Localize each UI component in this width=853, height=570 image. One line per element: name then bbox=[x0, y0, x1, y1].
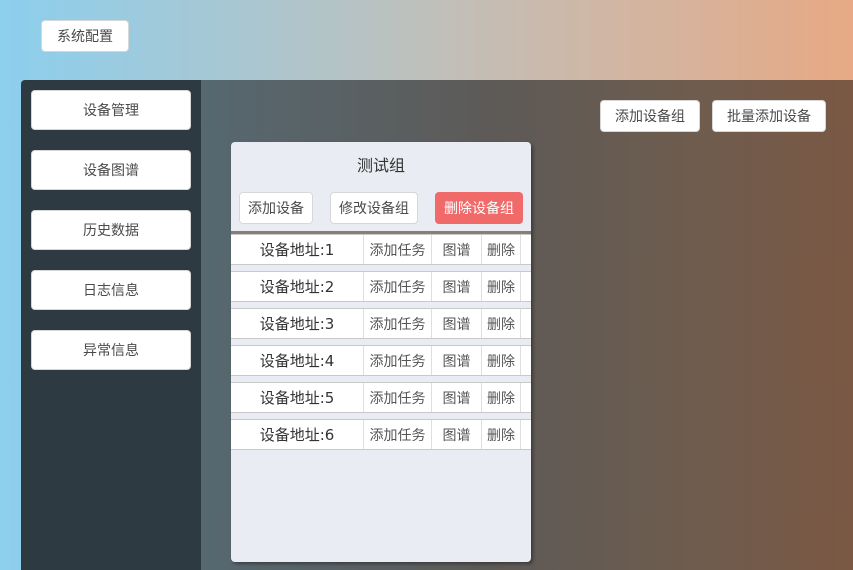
device-row: 设备地址:1 添加任务 图谱 删除 bbox=[231, 234, 531, 265]
delete-device-button[interactable]: 删除 bbox=[481, 235, 521, 264]
delete-device-button[interactable]: 删除 bbox=[481, 309, 521, 338]
delete-device-button[interactable]: 删除 bbox=[481, 272, 521, 301]
device-row: 设备地址:4 添加任务 图谱 删除 bbox=[231, 345, 531, 376]
graph-button[interactable]: 图谱 bbox=[431, 309, 481, 338]
sidebar-item-history-data[interactable]: 历史数据 bbox=[31, 210, 191, 250]
add-task-button[interactable]: 添加任务 bbox=[363, 383, 431, 412]
add-task-button[interactable]: 添加任务 bbox=[363, 346, 431, 375]
graph-button[interactable]: 图谱 bbox=[431, 272, 481, 301]
sidebar: 设备管理 设备图谱 历史数据 日志信息 异常信息 bbox=[21, 80, 201, 570]
delete-device-button[interactable]: 删除 bbox=[481, 346, 521, 375]
device-row: 设备地址:3 添加任务 图谱 删除 bbox=[231, 308, 531, 339]
batch-add-devices-button[interactable]: 批量添加设备 bbox=[712, 100, 826, 132]
edit-group-button[interactable]: 修改设备组 bbox=[330, 192, 418, 224]
group-title: 测试组 bbox=[356, 156, 405, 175]
sidebar-item-log-info[interactable]: 日志信息 bbox=[31, 270, 191, 310]
device-row: 设备地址:5 添加任务 图谱 删除 bbox=[231, 382, 531, 413]
graph-button[interactable]: 图谱 bbox=[431, 420, 481, 449]
delete-group-button[interactable]: 删除设备组 bbox=[435, 192, 523, 224]
graph-button[interactable]: 图谱 bbox=[431, 346, 481, 375]
add-device-button[interactable]: 添加设备 bbox=[239, 192, 313, 224]
sidebar-item-exception-info[interactable]: 异常信息 bbox=[31, 330, 191, 370]
add-device-group-button[interactable]: 添加设备组 bbox=[600, 100, 700, 132]
device-address: 设备地址:3 bbox=[259, 315, 335, 333]
device-row: 设备地址:6 添加任务 图谱 删除 bbox=[231, 419, 531, 450]
add-task-button[interactable]: 添加任务 bbox=[363, 420, 431, 449]
device-group-card: 测试组 添加设备 修改设备组 删除设备组 设备地址:1 添加任务 图谱 删除 设… bbox=[231, 142, 531, 562]
main-panel: 设备管理 设备图谱 历史数据 日志信息 异常信息 添加设备组 批量添加设备 测试… bbox=[21, 80, 853, 570]
device-row: 设备地址:2 添加任务 图谱 删除 bbox=[231, 271, 531, 302]
graph-button[interactable]: 图谱 bbox=[431, 235, 481, 264]
device-address: 设备地址:5 bbox=[259, 389, 335, 407]
device-address: 设备地址:1 bbox=[259, 241, 335, 259]
add-task-button[interactable]: 添加任务 bbox=[363, 309, 431, 338]
system-config-button[interactable]: 系统配置 bbox=[41, 20, 129, 52]
add-task-button[interactable]: 添加任务 bbox=[363, 235, 431, 264]
delete-device-button[interactable]: 删除 bbox=[481, 420, 521, 449]
device-address: 设备地址:4 bbox=[259, 352, 335, 370]
add-task-button[interactable]: 添加任务 bbox=[363, 272, 431, 301]
sidebar-item-device-management[interactable]: 设备管理 bbox=[31, 90, 191, 130]
graph-button[interactable]: 图谱 bbox=[431, 383, 481, 412]
device-address: 设备地址:2 bbox=[259, 278, 335, 296]
content-area: 添加设备组 批量添加设备 测试组 添加设备 修改设备组 删除设备组 设备地址:1… bbox=[201, 80, 853, 570]
delete-device-button[interactable]: 删除 bbox=[481, 383, 521, 412]
device-address: 设备地址:6 bbox=[259, 426, 335, 444]
sidebar-item-device-graph[interactable]: 设备图谱 bbox=[31, 150, 191, 190]
